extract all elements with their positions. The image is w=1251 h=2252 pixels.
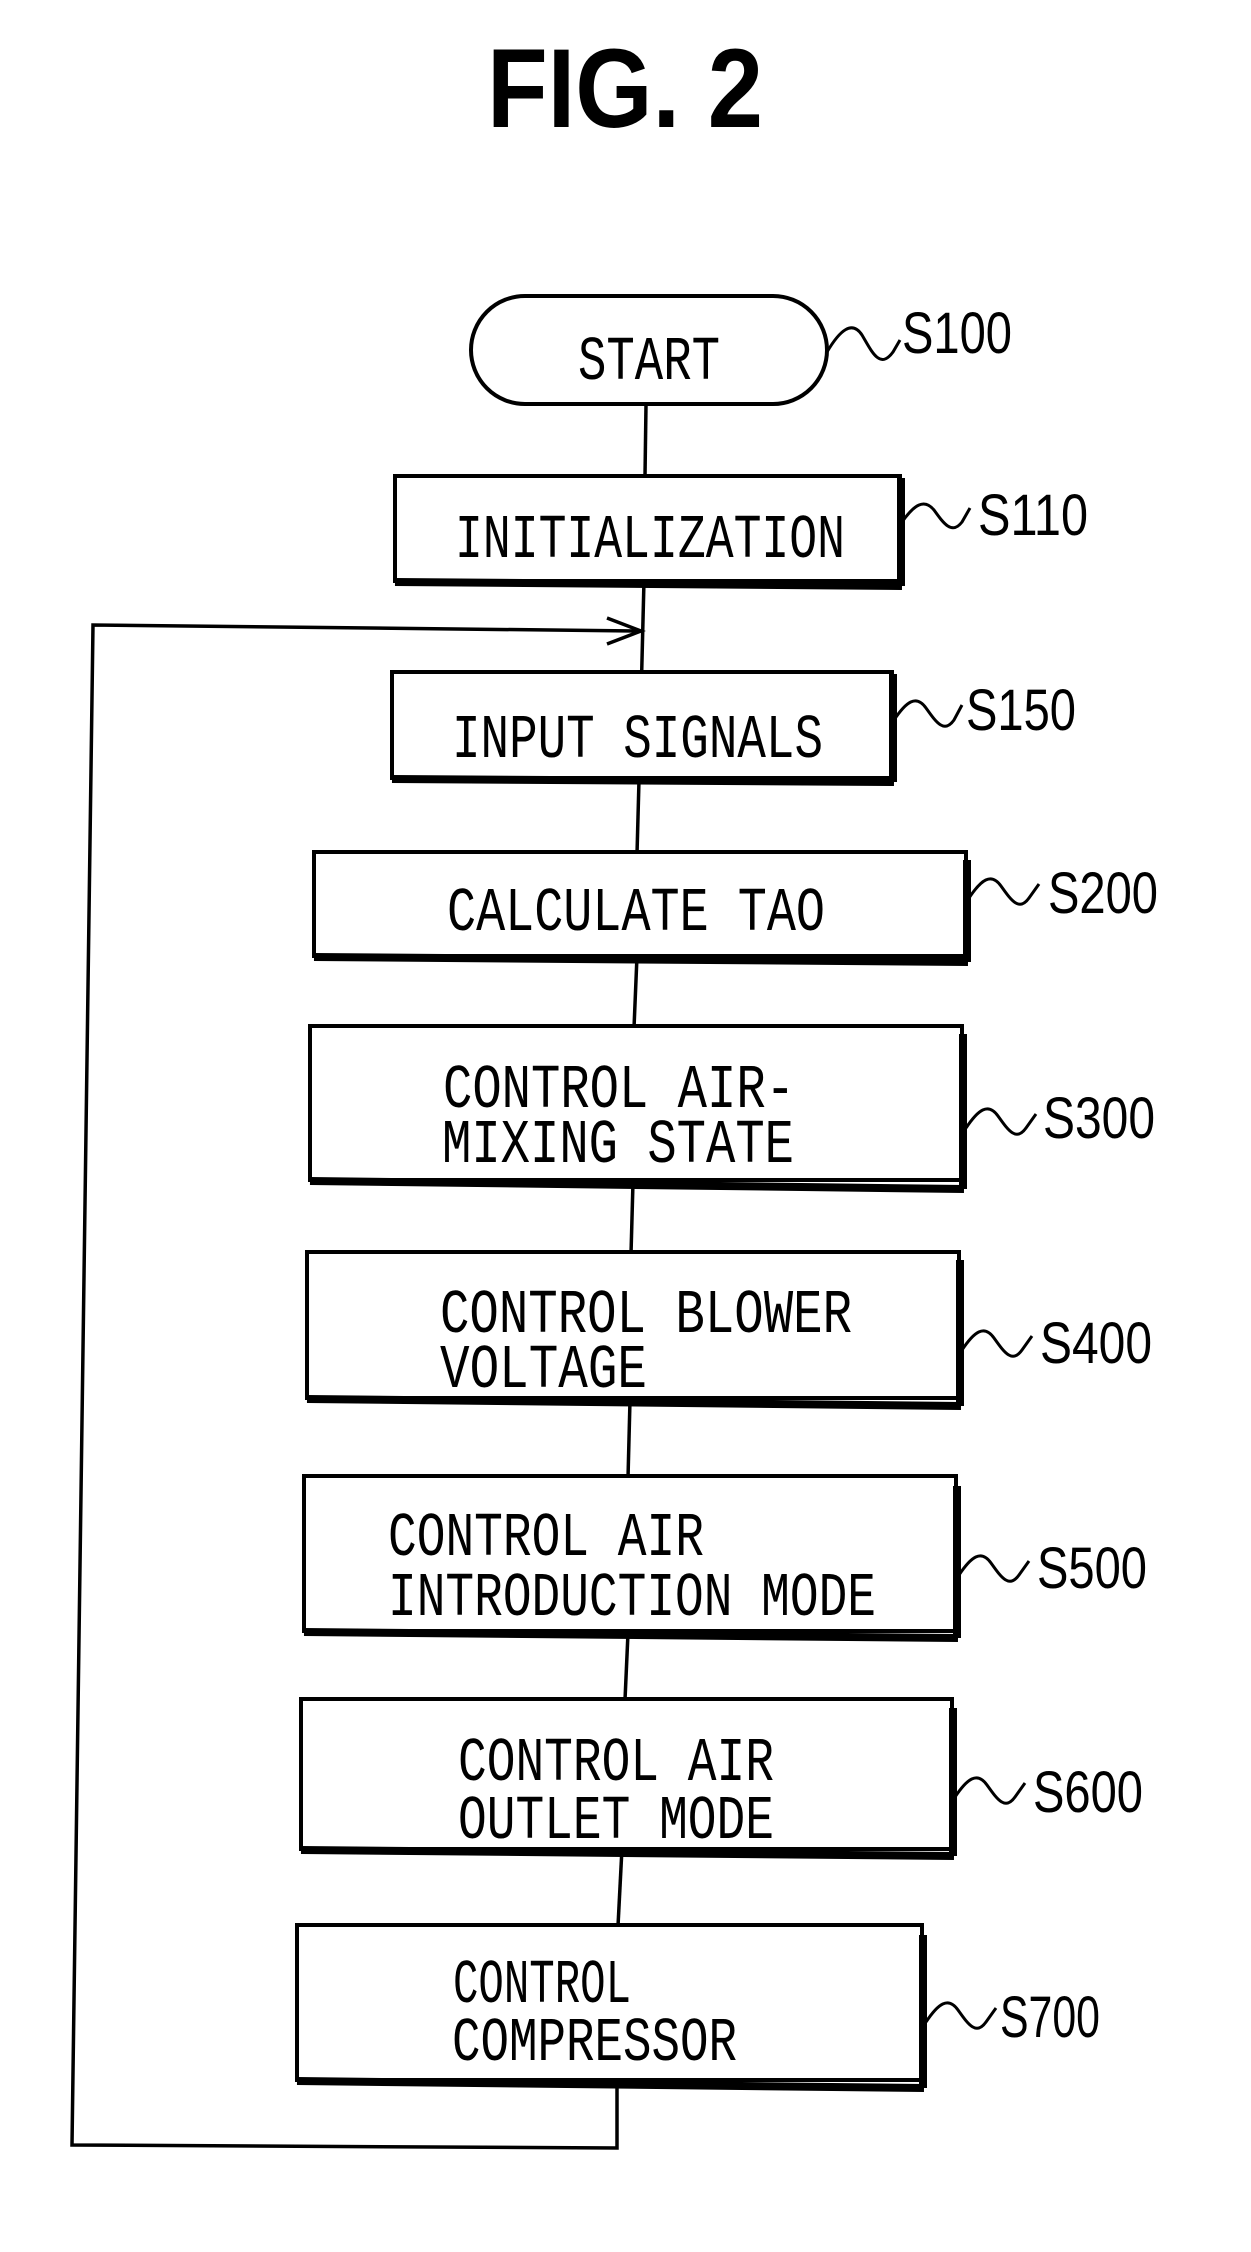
- step-s200: CALCULATE TAO S200: [312, 850, 1158, 966]
- ref-label-s400: S400: [1040, 1311, 1152, 1376]
- step-label-s110: INITIALIZATION: [455, 505, 845, 576]
- connector-s400-s500: [626, 1399, 632, 1479]
- ref-leader-s200: [967, 877, 1041, 906]
- step-s300: CONTROL AIR- MIXING STATE S300: [308, 1024, 1155, 1193]
- ref-leader-s100: [825, 326, 902, 361]
- ref-label-s200: S200: [1048, 861, 1158, 926]
- flowchart-canvas: FIG. 2 START S100 INITIALIZATION S110 IN: [70, 26, 1158, 2150]
- connector-s600-s700: [616, 1847, 624, 1927]
- ref-label-s300: S300: [1043, 1086, 1155, 1151]
- step-s400: CONTROL BLOWER VOLTAGE S400: [305, 1250, 1152, 1410]
- box-shadow-edge: [309, 1177, 965, 1193]
- step-label-s200: CALCULATE TAO: [447, 878, 825, 949]
- box-shadow-edge: [313, 953, 969, 966]
- step-label-s500-line2: INTRODUCTION MODE: [388, 1563, 876, 1634]
- box-shadow-edge: [391, 775, 895, 786]
- step-s150: INPUT SIGNALS S150: [390, 670, 1076, 786]
- ref-label-s110: S110: [978, 483, 1088, 548]
- ref-leader-s500: [957, 1554, 1031, 1583]
- step-label-s700-line2: COMPRESSOR: [452, 2008, 737, 2079]
- step-s700: CONTROL COMPRESSOR S700: [295, 1923, 1100, 2092]
- ref-label-s500: S500: [1037, 1536, 1147, 1601]
- ref-leader-s300: [964, 1107, 1038, 1136]
- ref-label-s600: S600: [1033, 1760, 1143, 1825]
- connector-s500-s600: [623, 1632, 630, 1701]
- ref-label-s150: S150: [966, 678, 1076, 743]
- ref-leader-s150: [892, 699, 964, 728]
- connector-s100-s110: [643, 404, 648, 477]
- box-shadow-edge: [394, 578, 903, 590]
- step-label-s300-line2: MIXING STATE: [442, 1110, 794, 1181]
- ref-leader-s110: [900, 502, 972, 530]
- ref-leader-s700: [924, 2001, 998, 2030]
- step-label-s400-line2: VOLTAGE: [440, 1335, 647, 1406]
- figure-title: FIG. 2: [487, 26, 763, 151]
- connector-s300-s400: [629, 1181, 635, 1255]
- step-s600: CONTROL AIR OUTLET MODE S600: [299, 1697, 1143, 1860]
- step-label-s600-line2: OUTLET MODE: [458, 1786, 774, 1857]
- start-label: START: [578, 327, 720, 398]
- step-label-s150: INPUT SIGNALS: [452, 705, 823, 776]
- connector-s200-s300: [632, 955, 639, 1029]
- step-s500: CONTROL AIR INTRODUCTION MODE S500: [302, 1474, 1147, 1642]
- ref-label-s100: S100: [902, 301, 1012, 366]
- start-terminator: START S100: [469, 294, 1012, 406]
- ref-leader-s600: [953, 1776, 1027, 1805]
- ref-label-s700: S700: [1000, 1985, 1100, 2050]
- box-shadow-edge: [296, 2077, 925, 2092]
- ref-leader-s400: [960, 1329, 1034, 1358]
- connector-s150-s200: [635, 779, 641, 855]
- step-s110: INITIALIZATION S110: [393, 474, 1088, 590]
